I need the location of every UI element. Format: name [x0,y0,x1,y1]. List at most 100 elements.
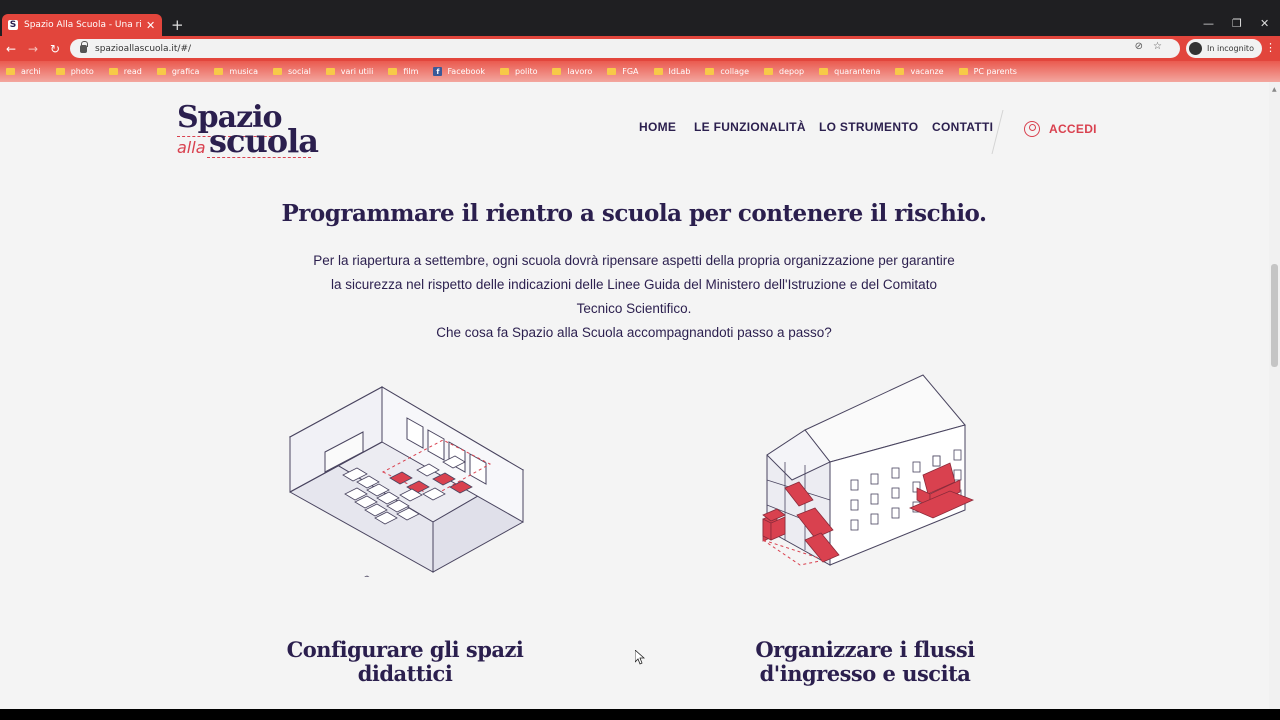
login-button[interactable]: ACCEDI [1024,121,1097,137]
bookmark-label: quarantena [834,67,881,76]
minimize-button[interactable]: — [1203,17,1214,30]
browser-menu-icon[interactable]: ⋮ [1265,41,1276,54]
nav-strumento[interactable]: LO STRUMENTO [819,120,918,134]
back-button[interactable]: ← [0,42,22,56]
folder-icon [958,68,968,75]
bookmark-label: archi [21,67,41,76]
logo-underline [207,157,311,158]
incognito-icon [1189,42,1202,55]
folder-icon [552,68,562,75]
url-text: spazioallascuola.it/#/ [95,43,192,54]
bookmark-item[interactable]: film [388,67,418,76]
bookmark-label: musica [229,67,258,76]
feature-title-flussi: Organizzare i flussi d'ingresso e uscita [735,638,995,686]
bookmark-label: lavoro [567,67,593,76]
hero-line: Tecnico Scientifico. [576,301,692,316]
site-logo[interactable]: Spazio alla scuola [177,100,319,160]
folder-icon [607,68,617,75]
bookmark-label: collage [720,67,750,76]
bookmark-label: vacanze [910,67,944,76]
incognito-badge[interactable]: In incognito [1186,39,1262,58]
bookmark-label: social [287,67,311,76]
browser-tab[interactable]: S Spazio Alla Scuola - Una risorsa ✕ [2,14,162,36]
bookmark-item[interactable]: collage [705,67,749,76]
bookmark-label: FGA [622,67,639,76]
hero-line: Per la riapertura a settembre, ogni scuo… [313,253,955,268]
bookmark-item[interactable]: vari utili [325,67,374,76]
hero-title: Programmare il rientro a scuola per cont… [281,200,987,227]
bookmark-label: read [123,67,142,76]
feature-title-spazi: Configurare gli spazi didattici [270,638,540,686]
feature-title-line: Configurare gli spazi [286,637,524,662]
bookmark-item[interactable]: depop [764,67,804,76]
folder-icon [500,68,510,75]
bookmark-item[interactable]: photo [55,67,94,76]
bookmark-label: Facebook [447,67,486,76]
page-content: Spazio alla scuola HOME LE FUNZIONALITÀ … [0,82,1280,709]
bookmark-label: photo [70,67,94,76]
bookmark-label: IdLab [668,67,691,76]
folder-icon [325,68,335,75]
bookmark-label: film [403,67,419,76]
feature-title-line: d'ingresso e uscita [759,661,971,686]
folder-icon [653,68,663,75]
feature-title-line: Organizzare i flussi [755,637,975,662]
bookmark-item[interactable]: polito [500,67,537,76]
bookmark-item[interactable]: vacanze [895,67,944,76]
bookmark-item[interactable]: f Facebook [433,67,485,76]
bookmark-label: vari utili [340,67,374,76]
address-bar-actions: ⊘☆ [1135,41,1172,52]
bookmark-label: grafica [171,67,200,76]
reload-button[interactable]: ↻ [44,42,66,56]
tab-close-icon[interactable]: ✕ [146,19,155,32]
classroom-illustration [288,386,524,577]
feature-title-line: didattici [357,661,453,686]
bookmark-item[interactable]: musica [214,67,258,76]
eye-off-icon[interactable]: ⊘ [1135,41,1153,52]
bookmark-item[interactable]: quarantena [819,67,880,76]
bookmark-star-icon[interactable]: ☆ [1153,41,1172,52]
mouse-cursor-icon [635,650,645,665]
browser-toolbar: ← → ↻ spazioallascuola.it/#/ ⊘☆ In incog… [0,36,1280,61]
bookmark-item[interactable]: IdLab [653,67,691,76]
bookmark-label: polito [515,67,538,76]
nav-funzionalita[interactable]: LE FUNZIONALITÀ [694,120,806,134]
nav-home[interactable]: HOME [639,120,676,134]
page-scrollbar[interactable]: ▲ [1269,82,1280,709]
folder-icon [819,68,829,75]
logo-alla: alla [177,138,206,157]
bookmark-item[interactable]: grafica [156,67,200,76]
taskbar-edge [0,709,1280,720]
bookmark-item[interactable]: FGA [607,67,639,76]
bookmark-item[interactable]: social [272,67,311,76]
nav-contatti[interactable]: CONTATTI [932,120,993,134]
folder-icon [108,68,118,75]
bookmark-item[interactable]: read [108,67,142,76]
close-window-button[interactable]: ✕ [1260,17,1269,30]
bookmark-item[interactable]: lavoro [552,67,592,76]
bookmarks-bar: archi photo read grafica musica social vari ut… [0,61,1280,82]
folder-icon [6,68,15,75]
folder-icon [272,68,282,75]
hero-line: la sicurezza nel rispetto delle indicazi… [331,277,937,292]
new-tab-button[interactable]: + [171,16,184,34]
restore-button[interactable]: ❐ [1232,17,1242,30]
bookmark-item[interactable]: archi [6,67,41,76]
folder-icon [55,68,65,75]
forward-button[interactable]: → [22,42,44,56]
folder-icon [388,68,398,75]
scroll-up-icon[interactable]: ▲ [1272,86,1277,93]
login-label: ACCEDI [1049,122,1097,136]
site-favicon-icon: S [8,20,18,30]
folder-icon [705,68,715,75]
bookmark-item[interactable]: PC parents [958,67,1017,76]
folder-icon [156,68,166,75]
address-bar[interactable]: spazioallascuola.it/#/ ⊘☆ [70,39,1180,58]
building-illustration [762,374,975,566]
scrollbar-thumb[interactable] [1271,264,1278,367]
folder-icon [214,68,224,75]
hero-description: Per la riapertura a settembre, ogni scuo… [280,249,988,345]
tab-title: Spazio Alla Scuola - Una risorsa [24,20,142,30]
user-icon [1024,121,1040,137]
nav-divider [991,110,1004,154]
